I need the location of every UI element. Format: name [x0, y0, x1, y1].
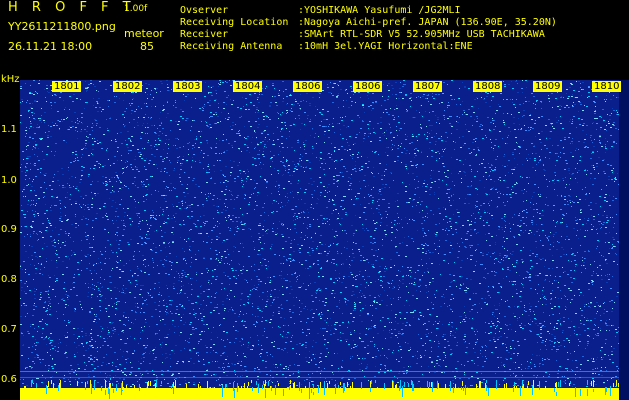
app-version: 1.00f	[124, 4, 148, 14]
meta-label-receiver: Receiver	[180, 29, 229, 40]
spectrogram	[20, 80, 619, 400]
meta-value-location: :Nagoya Aichi-pref. JAPAN (136.90E, 35.2…	[298, 17, 557, 28]
detection-type: meteor	[124, 27, 164, 40]
y-label-1-1: 1.1	[1, 124, 17, 135]
date-time: 26.11.21 18:00	[8, 40, 93, 53]
y-label-0-7: 0.7	[1, 324, 17, 335]
time-label: 1806	[353, 81, 383, 92]
y-label-0-8: 0.8	[1, 274, 17, 285]
time-label: 1801	[52, 81, 82, 92]
time-label: 1809	[533, 81, 563, 92]
detection-count: 85	[140, 40, 154, 53]
time-label: 1802	[113, 81, 143, 92]
time-label: 1808	[473, 81, 503, 92]
y-label-1-0: 1.0	[1, 175, 17, 186]
spectrogram-edge	[619, 80, 629, 400]
meta-value-receiver: :SMArt RTL-SDR V5 52.905MHz USB TACHIKAW…	[298, 29, 545, 40]
meta-label-antenna: Receiving Antenna	[180, 41, 283, 52]
time-label: 1806	[293, 81, 323, 92]
time-label: 1803	[173, 81, 203, 92]
time-label: 1804	[233, 81, 263, 92]
time-label: 1807	[413, 81, 443, 92]
meta-value-observer: :YOSHIKAWA Yasufumi /JG2MLI	[298, 5, 461, 16]
meta-label-location: Receiving Location	[180, 17, 289, 28]
app-title: H R O F F T	[8, 0, 136, 15]
y-label-0-9: 0.9	[1, 224, 17, 235]
axis-unit: kHz	[1, 74, 20, 85]
meta-value-antenna: :10mH 3el.YAGI Horizontal:ENE	[298, 41, 473, 52]
time-label: 1810	[592, 81, 622, 92]
y-label-0-6: 0.6	[1, 374, 17, 385]
file-name: YY2611211800.png	[8, 20, 116, 33]
meta-label-observer: Ovserver	[180, 5, 229, 16]
